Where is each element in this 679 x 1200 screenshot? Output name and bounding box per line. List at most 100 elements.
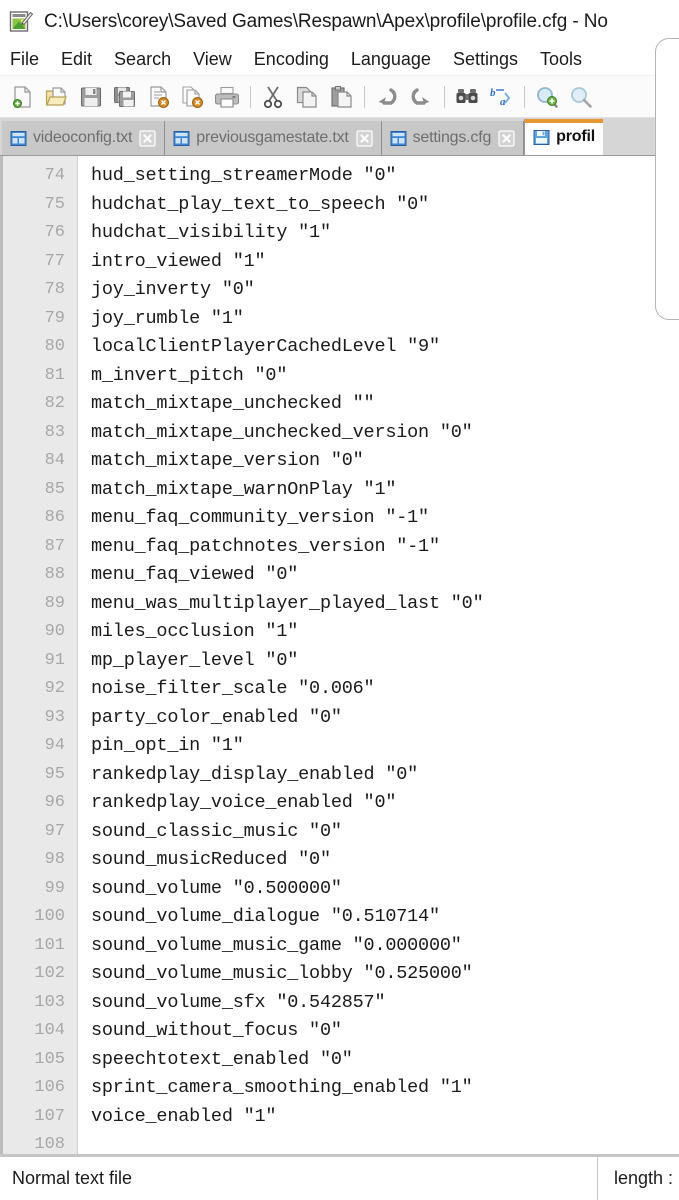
close-all-files-icon[interactable] xyxy=(178,82,208,112)
line-number: 103 xyxy=(34,992,65,1012)
toolbar-separator xyxy=(524,85,525,108)
menu-item-search[interactable]: Search xyxy=(114,49,171,70)
tab-label: profil xyxy=(556,128,595,145)
close-icon[interactable] xyxy=(356,129,373,147)
menu-item-settings[interactable]: Settings xyxy=(453,49,518,70)
replace-icon[interactable]: b a xyxy=(486,82,516,112)
notepad-plus-plus-icon xyxy=(8,9,34,35)
line-number: 75 xyxy=(44,194,65,214)
tab-videoconfig-txt[interactable]: videoconfig.txt xyxy=(2,121,166,155)
line-number: 104 xyxy=(34,1021,65,1040)
code-text-area[interactable]: hud_setting_streamerMode "0" hudchat_pla… xyxy=(78,156,679,1154)
paste-icon[interactable] xyxy=(326,82,356,112)
line-number: 93 xyxy=(44,707,65,727)
line-number: 76 xyxy=(44,223,65,242)
code-line: menu_faq_patchnotes_version "-1" xyxy=(91,535,440,557)
toolbar-separator xyxy=(364,85,365,108)
saved-file-icon xyxy=(533,129,550,146)
line-number: 83 xyxy=(44,422,65,442)
line-number: 82 xyxy=(44,394,65,413)
code-line: match_mixtape_unchecked "" xyxy=(91,393,375,414)
tab-profile-cfg[interactable]: profil xyxy=(524,119,603,155)
tab-settings-cfg[interactable]: settings.cfg xyxy=(381,121,525,155)
line-number: 100 xyxy=(34,907,65,926)
print-icon[interactable] xyxy=(212,82,242,112)
redo-icon[interactable] xyxy=(406,82,436,112)
close-icon[interactable] xyxy=(498,129,515,147)
code-line: joy_inverty "0" xyxy=(91,279,255,300)
line-number: 108 xyxy=(34,1135,65,1154)
code-line: joy_rumble "1" xyxy=(91,307,244,329)
code-line: match_mixtape_unchecked_version "0" xyxy=(91,421,473,443)
close-icon[interactable] xyxy=(139,129,156,147)
status-length: length : xyxy=(596,1157,679,1200)
zoom-in-icon[interactable] xyxy=(532,82,562,112)
tab-previousgamestate-txt[interactable]: previousgamestate.txt xyxy=(165,121,382,155)
cut-icon[interactable] xyxy=(258,82,288,112)
undo-icon[interactable] xyxy=(372,82,402,112)
find-icon[interactable] xyxy=(452,82,482,112)
svg-text:b: b xyxy=(490,87,496,99)
new-file-icon[interactable] xyxy=(8,82,38,112)
tab-label: previousgamestate.txt xyxy=(196,129,349,146)
line-number: 99 xyxy=(44,878,65,898)
code-line: hud_setting_streamerMode "0" xyxy=(91,165,397,186)
line-number: 92 xyxy=(44,679,65,698)
save-all-icon[interactable] xyxy=(110,82,140,112)
status-file-type: Normal text file xyxy=(12,1168,133,1188)
line-number: 77 xyxy=(44,251,65,271)
window-title: C:\Users\corey\Saved Games\Respawn\Apex\… xyxy=(44,11,608,32)
menu-item-language[interactable]: Language xyxy=(351,49,431,70)
line-number: 80 xyxy=(44,337,65,356)
line-number: 90 xyxy=(44,622,65,641)
code-line: match_mixtape_version "0" xyxy=(91,450,364,471)
status-bar: Normal text file length : xyxy=(0,1154,679,1200)
line-number: 105 xyxy=(34,1049,65,1069)
code-line: voice_enabled "1" xyxy=(91,1105,277,1127)
line-number: 85 xyxy=(44,479,65,499)
line-number-gutter: 74 75 76 77 78 79 80 81 82 83 84 85 86 8… xyxy=(0,156,78,1154)
line-number: 97 xyxy=(44,821,65,841)
code-line: match_mixtape_warnOnPlay "1" xyxy=(91,478,397,500)
copy-icon[interactable] xyxy=(292,82,322,112)
save-icon[interactable] xyxy=(76,82,106,112)
tab-label: videoconfig.txt xyxy=(33,129,133,146)
line-number: 89 xyxy=(44,593,65,613)
menu-item-view[interactable]: View xyxy=(193,49,232,70)
line-number: 79 xyxy=(44,308,65,328)
close-file-icon[interactable] xyxy=(144,82,174,112)
editor-area[interactable]: 74 75 76 77 78 79 80 81 82 83 84 85 86 8… xyxy=(0,156,679,1154)
menu-item-encoding[interactable]: Encoding xyxy=(254,49,329,70)
toolbar-separator xyxy=(250,85,251,108)
line-number: 74 xyxy=(44,166,65,185)
text-file-icon xyxy=(390,130,407,147)
line-number: 91 xyxy=(44,650,65,670)
code-line: localClientPlayerCachedLevel "9" xyxy=(91,336,440,357)
code-line: menu_faq_viewed "0" xyxy=(91,564,299,585)
code-line: pin_opt_in "1" xyxy=(91,735,244,756)
code-line: party_color_enabled "0" xyxy=(91,706,342,728)
menu-item-file[interactable]: File xyxy=(10,49,39,70)
line-number: 96 xyxy=(44,793,65,812)
window-titlebar: C:\Users\corey\Saved Games\Respawn\Apex\… xyxy=(0,0,679,44)
code-line: menu_faq_community_version "-1" xyxy=(91,507,429,528)
open-file-icon[interactable] xyxy=(42,82,72,112)
overlay-panel xyxy=(655,38,679,320)
code-line: speechtotext_enabled "0" xyxy=(91,1048,353,1070)
line-number: 106 xyxy=(34,1078,65,1097)
line-number: 107 xyxy=(34,1106,65,1126)
line-number: 87 xyxy=(44,536,65,556)
code-line: miles_occlusion "1" xyxy=(91,621,299,642)
code-line: sound_volume_music_game "0.000000" xyxy=(91,934,462,956)
menu-item-edit[interactable]: Edit xyxy=(61,49,92,70)
code-line: sound_volume_sfx "0.542857" xyxy=(91,991,386,1013)
zoom-out-icon[interactable] xyxy=(566,82,596,112)
tab-label: settings.cfg xyxy=(412,129,492,146)
code-line: rankedplay_voice_enabled "0" xyxy=(91,792,397,813)
menu-item-tools[interactable]: Tools xyxy=(540,49,582,70)
line-number: 98 xyxy=(44,850,65,869)
code-line: sound_volume_music_lobby "0.525000" xyxy=(91,963,473,984)
code-line: rankedplay_display_enabled "0" xyxy=(91,763,419,785)
code-line: hudchat_play_text_to_speech "0" xyxy=(91,193,429,215)
